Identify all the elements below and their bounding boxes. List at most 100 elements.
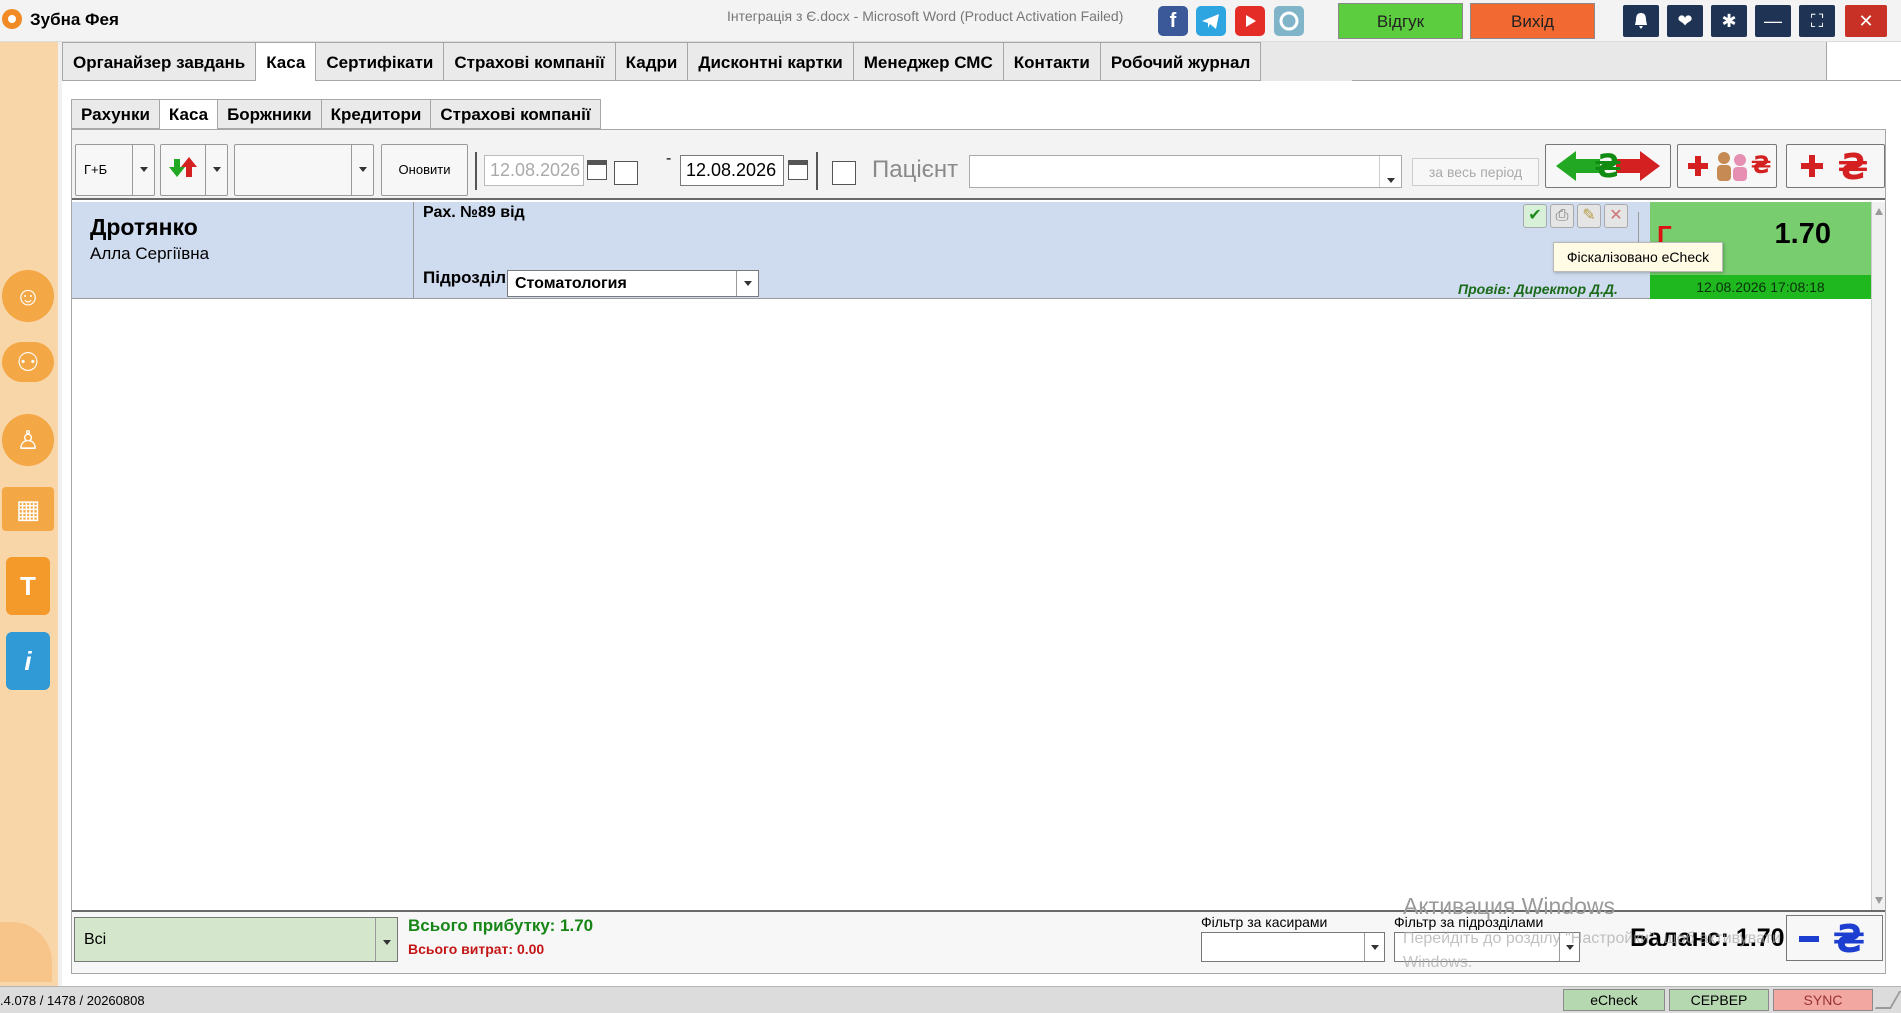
patient-select[interactable]: [969, 155, 1402, 188]
chevron-down-icon: [1379, 156, 1401, 187]
add-money-icon: ₴: [1801, 147, 1869, 188]
print-icon[interactable]: ⎙: [1550, 204, 1574, 228]
status-bar: .4.078 / 1478 / 20260808 eCheck СЕРВЕР S…: [0, 986, 1901, 1013]
hryvnia-glyph: ₴: [1751, 151, 1772, 179]
exit-button[interactable]: Вихід: [1470, 3, 1595, 39]
record-datetime: 12.08.2026 17:08:18: [1650, 275, 1871, 299]
transfer-arrows-icon: ₴: [1556, 147, 1660, 185]
sidebar-decoration: [0, 922, 52, 982]
tab-insurance[interactable]: Страхові компанії: [443, 42, 615, 81]
sync-status-button[interactable]: SYNC: [1773, 989, 1873, 1011]
patient-surname: Дротянко: [90, 214, 198, 240]
notebook-icon[interactable]: T: [6, 557, 50, 615]
tab-contacts[interactable]: Контакти: [1002, 42, 1100, 81]
patient-label: Пацієнт: [872, 156, 959, 183]
boxes-icon[interactable]: ▦: [2, 487, 54, 531]
total-cost: Всього витрат: 0.00: [408, 941, 545, 957]
chevron-down-icon: [1364, 933, 1384, 961]
subtab-debtors[interactable]: Боржники: [217, 99, 321, 129]
record-amount: 1.70: [1774, 218, 1831, 250]
record-divider: [413, 202, 414, 299]
unit-select-value: Стоматология: [515, 275, 627, 292]
subtab-invoices[interactable]: Рахунки: [71, 99, 159, 129]
hryvnia-glyph: ₴: [1594, 147, 1622, 185]
tab-organizer[interactable]: Органайзер завдань: [62, 42, 256, 81]
tab-cashbox[interactable]: Каса: [255, 42, 316, 82]
subtab-cashbox[interactable]: Каса: [158, 99, 218, 130]
sub-tabs: Рахунки Каса Боржники Кредитори Страхові…: [71, 99, 601, 130]
income-expense-select[interactable]: [160, 144, 228, 196]
app-logo-icon: [2, 9, 22, 29]
server-status-button[interactable]: СЕРВЕР: [1669, 989, 1769, 1011]
cashier-scope-value: Всі: [84, 931, 107, 948]
patient-icon[interactable]: ☺: [2, 270, 54, 322]
patient-filter-checkbox[interactable]: [832, 161, 856, 185]
group-icon[interactable]: ⚇: [2, 342, 54, 382]
subtab-insurance[interactable]: Страхові компанії: [430, 99, 601, 129]
calendar-icon[interactable]: [587, 160, 607, 180]
telegram-icon[interactable]: [1196, 6, 1226, 36]
tab-staff[interactable]: Кадри: [614, 42, 688, 81]
edit-icon[interactable]: ✎: [1577, 204, 1601, 228]
date-from-field[interactable]: 12.08.2026: [484, 155, 584, 186]
fiscalized-tooltip: Фіскалізовано eCheck: [1553, 242, 1723, 272]
up-down-arrows-icon: [169, 157, 197, 177]
doctor-icon[interactable]: ♙: [2, 414, 54, 466]
resize-grip-icon[interactable]: [1874, 991, 1901, 1009]
echeck-status-button[interactable]: eCheck: [1563, 989, 1665, 1011]
version-info: .4.078 / 1478 / 20260808: [0, 993, 145, 1008]
windows-activation-title: Активация Windows: [1403, 893, 1615, 919]
conducted-by: Провів: Директор Д.Д.: [1458, 281, 1618, 297]
fiscalized-check-icon[interactable]: ✔: [1523, 204, 1547, 228]
calendar-icon[interactable]: [788, 160, 808, 180]
tab-certificates[interactable]: Сертифікати: [315, 42, 444, 81]
toolbar-separator: [816, 152, 818, 190]
unit-label: Підрозділ:: [423, 268, 512, 287]
gear-icon[interactable]: ✱: [1711, 5, 1747, 37]
scroll-down-icon[interactable]: [1875, 897, 1883, 904]
mode-select[interactable]: Г+Б: [75, 144, 155, 196]
maximize-icon[interactable]: ⛶: [1799, 5, 1835, 37]
scroll-up-icon[interactable]: [1875, 208, 1883, 215]
youtube-icon[interactable]: [1235, 6, 1265, 36]
tab-sms-manager[interactable]: Менеджер СМС: [852, 42, 1003, 81]
chevron-down-icon: [375, 918, 397, 961]
toolbar-separator: [475, 152, 477, 190]
type-select[interactable]: [234, 144, 374, 196]
hryvnia-glyph: ₴: [1838, 147, 1869, 187]
date-to-field[interactable]: 12.08.2026: [680, 155, 784, 186]
date-from-checkbox[interactable]: [614, 161, 638, 185]
date-separator: -: [666, 150, 672, 167]
facebook-icon[interactable]: f: [1158, 6, 1188, 36]
info-book-icon[interactable]: i: [6, 632, 50, 690]
all-period-button[interactable]: за весь період: [1412, 158, 1539, 186]
cashier-filter-select[interactable]: [1201, 932, 1385, 962]
close-icon[interactable]: ✕: [1845, 5, 1887, 37]
add-patient-payment-button[interactable]: ₴: [1677, 144, 1777, 188]
windows-activation-text: Перейдіть до розділу "Настройки", щоб ак…: [1403, 930, 1781, 971]
main-tabs: Органайзер завдань Каса Сертифікати Стра…: [62, 42, 1262, 82]
tab-discount-cards[interactable]: Дисконтні картки: [687, 42, 853, 81]
subtab-creditors[interactable]: Кредитори: [320, 99, 431, 129]
remote-support-icon[interactable]: [1274, 6, 1304, 36]
bell-icon[interactable]: [1623, 5, 1659, 37]
delete-icon[interactable]: ✕: [1604, 204, 1628, 228]
tab-work-journal[interactable]: Робочий журнал: [1099, 42, 1262, 81]
patient-given-names: Алла Сергіївна: [90, 244, 210, 263]
window-title: Інтеграція з Є.docx - Microsoft Word (Pr…: [727, 8, 1124, 24]
add-payment-button[interactable]: ₴: [1786, 144, 1885, 188]
cashbox-toolbar: Г+Б Оновити 12.08.2026 - 12.08.2026 Паці…: [72, 130, 1885, 200]
vertical-scrollbar[interactable]: [1871, 202, 1885, 910]
cashier-scope-select[interactable]: Всі: [74, 917, 398, 962]
left-sidebar: ☺ ⚇ ♙ ▦ T i: [0, 42, 58, 986]
transfer-cash-button[interactable]: ₴: [1545, 144, 1671, 188]
feedback-button[interactable]: Відгук: [1338, 3, 1463, 39]
refresh-button[interactable]: Оновити: [381, 144, 468, 196]
app-title: Зубна Фея: [30, 10, 119, 29]
unit-select[interactable]: Стоматология: [507, 270, 759, 297]
main-area: Органайзер завдань Каса Сертифікати Стра…: [62, 42, 1901, 986]
total-profit: Всього прибутку: 1.70: [408, 916, 594, 935]
invoice-number: Рах. №89 від: [423, 204, 525, 221]
minimize-icon[interactable]: —: [1755, 5, 1791, 37]
heart-icon[interactable]: ❤: [1667, 5, 1703, 37]
